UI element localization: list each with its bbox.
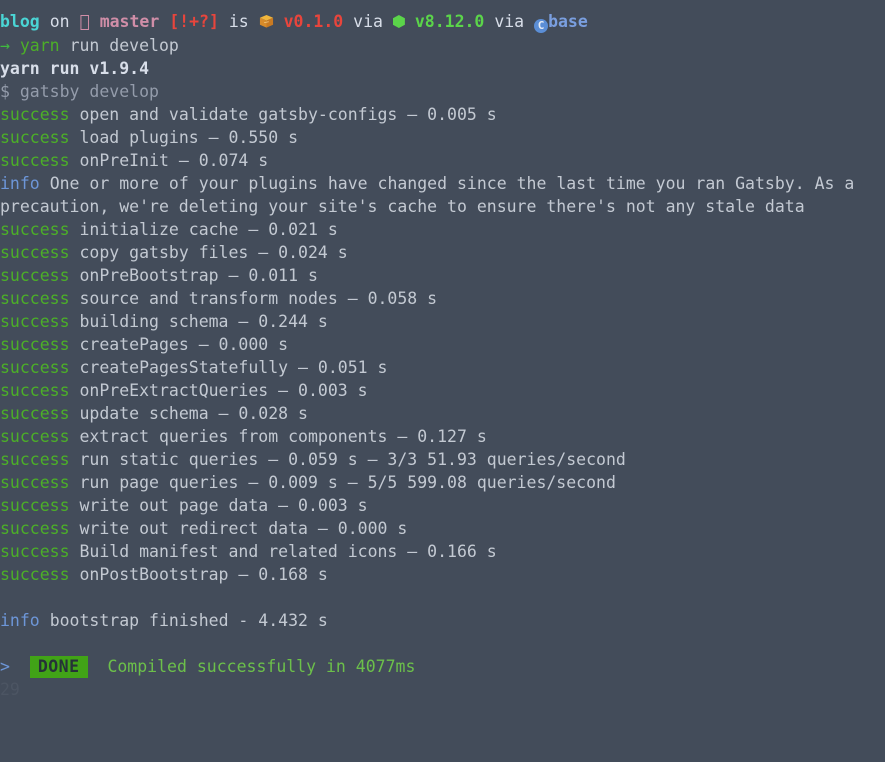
log-group-initial: success open and validate gatsby-configs… xyxy=(0,103,885,172)
log-text: onPostBootstrap — 0.168 s xyxy=(79,565,328,584)
log-label-success: success xyxy=(0,381,70,400)
log-line: success load plugins — 0.550 s xyxy=(0,126,885,149)
log-line: success Build manifest and related icons… xyxy=(0,540,885,563)
log-line: success onPreBootstrap — 0.011 s xyxy=(0,264,885,287)
log-line: success update schema — 0.028 s xyxy=(0,402,885,425)
log-line: success building schema — 0.244 s xyxy=(0,310,885,333)
log-line: success initialize cache — 0.021 s xyxy=(0,218,885,241)
log-label-success: success xyxy=(0,220,70,239)
log-line: success onPostBootstrap — 0.168 s xyxy=(0,563,885,586)
log-label-success: success xyxy=(0,335,70,354)
log-text: createPagesStatefully — 0.051 s xyxy=(79,358,388,377)
terminal-window[interactable]: blog on  master [!+?] is v0.1.0 via v8.… xyxy=(0,0,885,701)
prompt-on-label: on xyxy=(49,12,70,31)
log-text: onPreBootstrap — 0.011 s xyxy=(79,266,318,285)
log-line: success onPreExtractQueries — 0.003 s xyxy=(0,379,885,402)
log-label-info: info xyxy=(0,611,40,630)
log-label-success: success xyxy=(0,542,70,561)
command-arguments: run develop xyxy=(69,36,179,55)
log-label-success: success xyxy=(0,243,70,262)
log-line: success run page queries — 0.009 s — 5/5… xyxy=(0,471,885,494)
compile-status-line: > DONE Compiled successfully in 4077ms xyxy=(0,655,885,678)
info-message-line: info One or more of your plugins have ch… xyxy=(0,172,885,218)
log-text: run static queries — 0.059 s — 3/3 51.93… xyxy=(79,450,626,469)
log-label-success: success xyxy=(0,519,70,538)
log-label-success: success xyxy=(0,105,70,124)
log-group-bootstrap: success initialize cache — 0.021 s succe… xyxy=(0,218,885,586)
log-text: onPreInit — 0.074 s xyxy=(79,151,269,170)
prompt-git-status: [!+?] xyxy=(169,12,219,31)
log-line: success copy gatsby files — 0.024 s xyxy=(0,241,885,264)
log-text: run page queries — 0.009 s — 5/5 599.08 … xyxy=(79,473,616,492)
log-line: success write out page data — 0.003 s xyxy=(0,494,885,517)
log-text: source and transform nodes — 0.058 s xyxy=(79,289,438,308)
prompt-via-label-2: via xyxy=(494,12,525,31)
package-emoji-icon xyxy=(259,12,274,28)
log-line: success run static queries — 0.059 s — 3… xyxy=(0,448,885,471)
log-text: load plugins — 0.550 s xyxy=(79,128,299,147)
prompt-node-version: v8.12.0 xyxy=(414,12,485,31)
log-label-success: success xyxy=(0,358,70,377)
log-label-success: success xyxy=(0,565,70,584)
command-program: yarn xyxy=(19,36,60,55)
prompt-conda-env: base xyxy=(548,12,588,31)
status-badge-done: DONE xyxy=(29,656,88,678)
log-label-success: success xyxy=(0,128,70,147)
prompt-via-label-1: via xyxy=(353,12,383,31)
command-line[interactable]: → yarn run develop xyxy=(0,34,885,57)
prompt-is-label: is xyxy=(228,12,249,31)
log-line: success createPagesStatefully — 0.051 s xyxy=(0,356,885,379)
compile-status-text: Compiled successfully in 4077ms xyxy=(107,657,416,676)
log-label-success: success xyxy=(0,496,70,515)
log-text: write out redirect data — 0.000 s xyxy=(79,519,408,538)
conda-circle-icon: C xyxy=(534,19,549,33)
log-label-success: success xyxy=(0,151,70,170)
log-label-success: success xyxy=(0,266,70,285)
log-label-info: info xyxy=(0,174,40,193)
log-text: createPages — 0.000 s xyxy=(79,335,289,354)
chevron-right-icon: > xyxy=(0,657,10,676)
log-text: copy gatsby files — 0.024 s xyxy=(79,243,348,262)
info-message-text: One or more of your plugins have changed… xyxy=(0,174,865,216)
node-hexagon-icon xyxy=(392,15,405,28)
log-line: success createPages — 0.000 s xyxy=(0,333,885,356)
prompt-package-version: v0.1.0 xyxy=(283,12,344,31)
bootstrap-finished-line: info bootstrap finished - 4.432 s xyxy=(0,609,885,632)
prompt-branch-name: master xyxy=(99,12,160,31)
log-text: open and validate gatsby-configs — 0.005… xyxy=(79,105,497,124)
trailing-number: 29 xyxy=(0,680,20,699)
log-line: success extract queries from components … xyxy=(0,425,885,448)
log-line: success write out redirect data — 0.000 … xyxy=(0,517,885,540)
log-line: success source and transform nodes — 0.0… xyxy=(0,287,885,310)
bootstrap-finished-text: bootstrap finished - 4.432 s xyxy=(49,611,328,630)
log-text: onPreExtractQueries — 0.003 s xyxy=(79,381,368,400)
log-text: update schema — 0.028 s xyxy=(79,404,308,423)
log-label-success: success xyxy=(0,473,70,492)
prompt-arrow-icon: → xyxy=(0,36,10,55)
git-branch-icon:  xyxy=(79,12,90,32)
yarn-version-line: yarn run v1.9.4 xyxy=(0,59,150,78)
log-line: success onPreInit — 0.074 s xyxy=(0,149,885,172)
log-text: write out page data — 0.003 s xyxy=(79,496,368,515)
log-label-success: success xyxy=(0,450,70,469)
prompt-directory: blog xyxy=(0,12,40,31)
log-label-success: success xyxy=(0,289,70,308)
log-text: building schema — 0.244 s xyxy=(79,312,328,331)
log-text: extract queries from components — 0.127 … xyxy=(79,427,487,446)
log-label-success: success xyxy=(0,427,70,446)
log-label-success: success xyxy=(0,312,70,331)
script-line: $ gatsby develop xyxy=(0,82,159,101)
log-label-success: success xyxy=(0,404,70,423)
log-text: initialize cache — 0.021 s xyxy=(79,220,338,239)
log-line: success open and validate gatsby-configs… xyxy=(0,103,885,126)
log-text: Build manifest and related icons — 0.166… xyxy=(79,542,497,561)
prompt-line: blog on  master [!+?] is v0.1.0 via v8.… xyxy=(0,10,885,34)
